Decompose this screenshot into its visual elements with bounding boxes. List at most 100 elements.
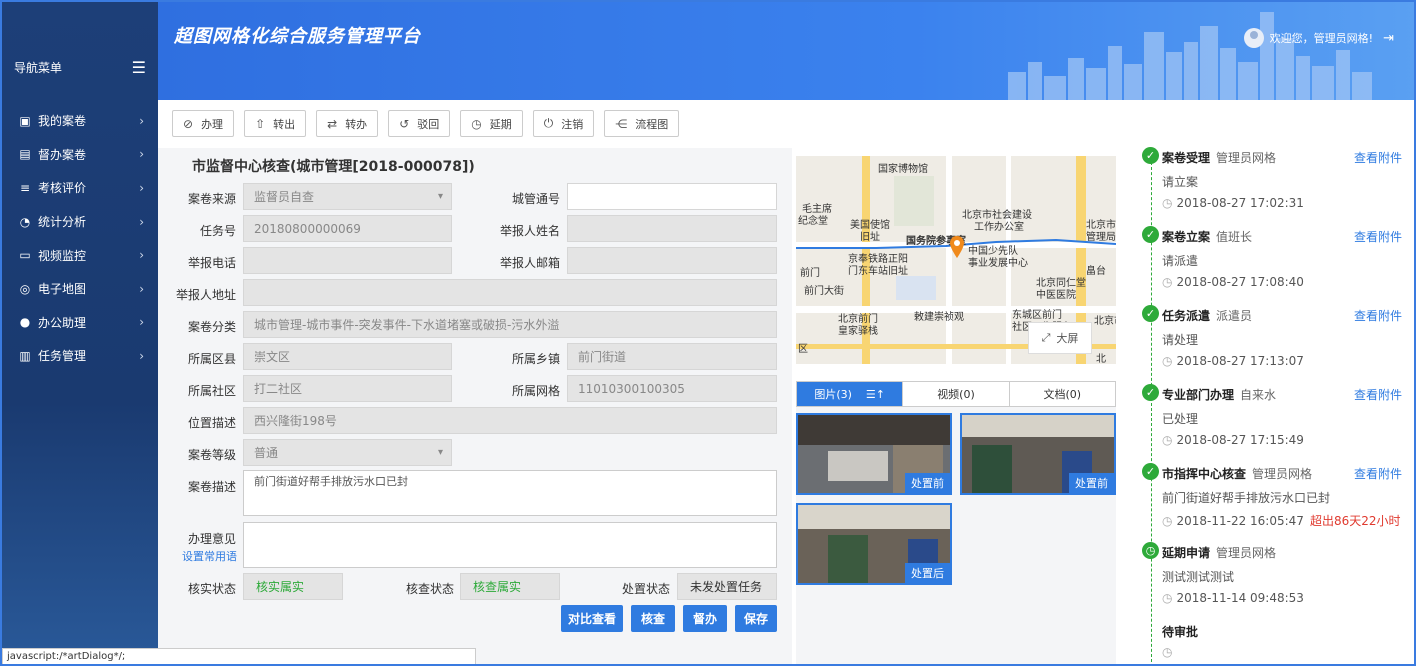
- calendar-icon: ▤: [19, 147, 31, 162]
- sidebar-item-supervise-cases[interactable]: ▤ 督办案卷 ›: [2, 138, 158, 172]
- location-field: 西兴隆街198号: [243, 407, 777, 434]
- view-attachment-link[interactable]: 查看附件: [1354, 149, 1402, 166]
- check-icon: ✓: [1142, 384, 1159, 401]
- sidebar-item-label: 任务管理: [38, 349, 87, 364]
- view-attachment-link[interactable]: 查看附件: [1354, 228, 1402, 245]
- tab-documents[interactable]: 文档(0): [1010, 382, 1115, 406]
- map-label: 管理局: [1086, 232, 1116, 243]
- timeline-event: ✓ 专业部门办理 自来水 查看附件 已处理 ◷ 2018-08-27 17:15:4…: [1142, 384, 1412, 454]
- case-form: 市监督中心核查(城市管理[2018-000078]) 案卷来源 监督员自查 城管…: [158, 148, 792, 664]
- event-title: 案卷立案 值班长: [1162, 228, 1252, 245]
- view-attachment-link[interactable]: 查看附件: [1354, 386, 1402, 403]
- verify-label: 核实状态: [187, 582, 236, 596]
- sidebar-item-tasks[interactable]: ▥ 任务管理 ›: [2, 339, 158, 373]
- map-pin-icon[interactable]: [950, 236, 964, 258]
- flowchart-button[interactable]: ⋲ 流程图: [604, 110, 680, 137]
- category-field: 城市管理-城市事件-突发事件-下水道堵塞或破损-污水外溢: [243, 311, 777, 338]
- upload-icon: ⇧: [255, 116, 266, 131]
- map-label: 工作办公室: [974, 222, 1024, 233]
- sidebar-item-label: 视频监控: [38, 248, 87, 263]
- map-view[interactable]: 国家博物馆 毛主席 纪念堂 美国使馆 旧址 北京市社会建设 工作办公室 北京市 …: [796, 156, 1116, 364]
- event-name: 专业部门办理: [1162, 388, 1235, 402]
- nav-title: 导航菜单: [14, 61, 63, 75]
- sidebar-item-statistics[interactable]: ◔ 统计分析 ›: [2, 205, 158, 239]
- tab-videos[interactable]: 视频(0): [903, 382, 1010, 406]
- reporter-addr-label: 举报人地址: [175, 288, 236, 302]
- timeline-event: ✓ 案卷立案 值班长 查看附件 请派遣 ◷ 2018-08-27 17:08:40: [1142, 226, 1412, 296]
- transfer-out-button[interactable]: ⇧ 转出: [244, 110, 307, 137]
- event-desc: 测试测试测试: [1162, 570, 1235, 584]
- save-button[interactable]: 保存: [735, 605, 777, 632]
- map-label: 畠台: [1086, 266, 1106, 277]
- event-time-text: 2018-08-27 17:13:07: [1176, 354, 1304, 368]
- button-label: 转出: [273, 117, 296, 131]
- button-label: 办理: [201, 117, 224, 131]
- event-title: 延期申请 管理员网格: [1162, 544, 1276, 561]
- event-title: 任务派遣 派遣员: [1162, 307, 1252, 324]
- level-select[interactable]: 普通: [243, 439, 452, 466]
- clock-icon: ◷: [1162, 275, 1173, 289]
- desc-label: 案卷描述: [187, 480, 236, 494]
- photo-thumbnail[interactable]: 处置后: [796, 503, 952, 585]
- edit-list-icon: ≡: [19, 180, 31, 195]
- event-title: 待审批: [1162, 623, 1198, 640]
- town-label: 所属乡镇: [511, 352, 560, 366]
- district-field: 崇文区: [243, 343, 452, 370]
- sidebar-item-map[interactable]: ◎ 电子地图 ›: [2, 272, 158, 306]
- chevron-right-icon: ›: [139, 315, 144, 330]
- reassign-button[interactable]: ⇄ 转办: [316, 110, 379, 137]
- fullscreen-label: 大屏: [1056, 332, 1079, 345]
- event-name: 延期申请: [1162, 546, 1211, 560]
- chevron-right-icon: ›: [139, 214, 144, 229]
- sort-icon[interactable]: ☰↑: [866, 388, 885, 401]
- sidebar-item-label: 统计分析: [38, 215, 87, 230]
- source-select[interactable]: 监督员自查: [243, 183, 452, 210]
- supervise-button[interactable]: 督办: [683, 605, 727, 632]
- timeline-event: 待审批 ◷: [1142, 621, 1412, 661]
- browser-status-bar: javascript:/*artDialog*/;: [2, 648, 476, 664]
- fullscreen-button[interactable]: ⤢ 大屏: [1028, 322, 1092, 354]
- map-label: 皇家驿栈: [838, 326, 878, 337]
- sidebar-item-my-cases[interactable]: ▣ 我的案卷 ›: [2, 104, 158, 138]
- globe-icon: ◎: [19, 281, 31, 296]
- sidebar-item-evaluation[interactable]: ≡ 考核评价 ›: [2, 171, 158, 205]
- opinion-textarea[interactable]: [243, 522, 777, 568]
- desc-textarea[interactable]: 前门街道好帮手排放污水口已封: [243, 470, 777, 516]
- check-button[interactable]: 核查: [631, 605, 675, 632]
- sidebar-item-office[interactable]: ● 办公助理 ›: [2, 306, 158, 340]
- reporter-phone-label: 举报电话: [187, 256, 236, 270]
- button-label: 转办: [345, 117, 368, 131]
- menu-toggle-icon[interactable]: ☰: [132, 60, 146, 76]
- sidebar-item-video[interactable]: ▭ 视频监控 ›: [2, 238, 158, 272]
- view-attachment-link[interactable]: 查看附件: [1354, 465, 1402, 482]
- reporter-addr-field: [243, 279, 777, 306]
- common-phrases-link[interactable]: 设置常用语: [182, 548, 237, 564]
- tab-images[interactable]: 图片(3) ☰↑: [797, 382, 904, 406]
- community-field: 打二社区: [243, 375, 452, 402]
- photo-thumbnail[interactable]: 处置前: [796, 413, 952, 495]
- logout-icon[interactable]: ⇥: [1383, 31, 1394, 46]
- clock-icon: ◷: [1162, 645, 1173, 659]
- timeline-event: ✓ 案卷受理 管理员网格 查看附件 请立案 ◷ 2018-08-27 17:02:3…: [1142, 147, 1412, 217]
- task-field: 20180800000069: [243, 215, 452, 242]
- cancel-case-button[interactable]: ⏻ 注销: [532, 110, 595, 137]
- event-actor: 管理员网格: [1252, 467, 1313, 481]
- photo-thumbnail[interactable]: 处置前: [960, 413, 1116, 495]
- handle-button[interactable]: ⊘ 办理: [172, 110, 235, 137]
- book-icon: ▥: [19, 348, 31, 363]
- clock-icon: ◷: [1162, 196, 1173, 210]
- handle-status-label: 处置状态: [621, 582, 670, 596]
- gauge-icon: ◔: [19, 214, 31, 229]
- event-actor: 值班长: [1216, 230, 1253, 244]
- extend-button[interactable]: ◷ 延期: [460, 110, 523, 137]
- avatar[interactable]: [1243, 28, 1264, 48]
- reject-button[interactable]: ↺ 驳回: [388, 110, 451, 137]
- user-info: 欢迎您，管理员网格! ⇥: [1243, 28, 1394, 48]
- view-attachment-link[interactable]: 查看附件: [1354, 307, 1402, 324]
- undo-icon: ↺: [399, 116, 410, 131]
- citycode-input[interactable]: [567, 183, 777, 210]
- event-desc: 请派遣: [1162, 254, 1199, 268]
- check-icon: ✓: [1142, 147, 1159, 164]
- compare-button[interactable]: 对比查看: [561, 605, 623, 632]
- reporter-name-field: [567, 215, 777, 242]
